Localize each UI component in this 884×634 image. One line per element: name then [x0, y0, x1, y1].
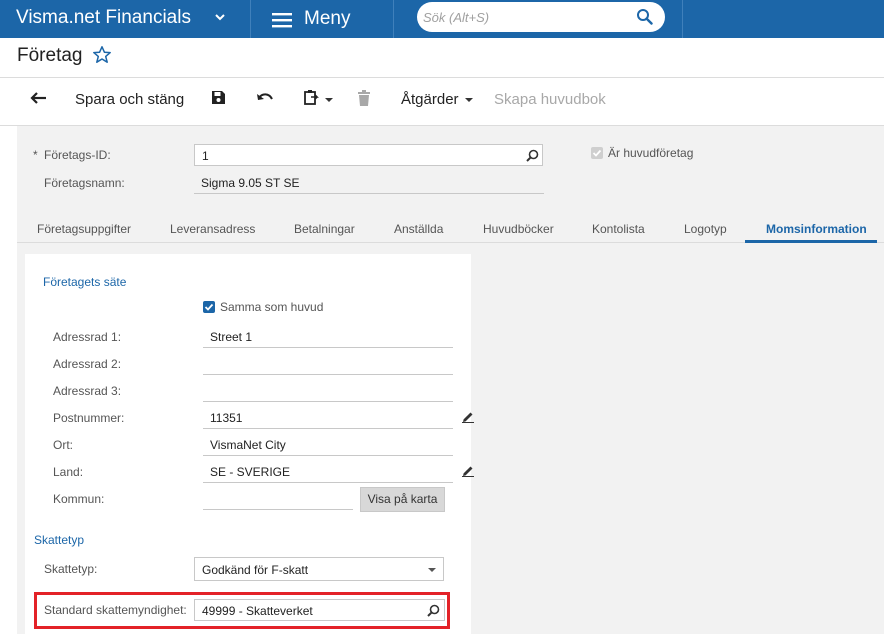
tax-type-select[interactable]: Godkänd för F-skatt	[194, 557, 444, 581]
address2-label: Adressrad 2:	[53, 357, 122, 371]
active-tab-indicator	[745, 240, 877, 243]
address3-field[interactable]	[203, 380, 453, 402]
country-value: SE - SVERIGE	[210, 465, 291, 479]
tax-authority-label: Standard skattemyndighet:	[44, 603, 187, 617]
search-input[interactable]	[423, 6, 623, 28]
tab-anstallda[interactable]: Anställda	[394, 222, 443, 236]
actions-label: Åtgärder	[401, 90, 459, 108]
company-id-label: Företags-ID:	[44, 148, 111, 162]
favorite-star-icon[interactable]	[92, 45, 112, 68]
undo-icon	[256, 91, 274, 108]
undo-button[interactable]	[256, 88, 274, 110]
city-field[interactable]: VismaNet City	[203, 434, 453, 456]
save-and-close-label: Spara och stäng	[75, 90, 185, 108]
save-icon	[211, 90, 226, 108]
divider	[393, 0, 394, 38]
create-ledger-button[interactable]: Skapa huvudbok	[494, 88, 606, 110]
postcode-value: 11351	[210, 411, 243, 425]
company-name-field[interactable]: Sigma 9.05 ST SE	[194, 172, 544, 194]
divider	[250, 0, 251, 38]
tax-authority-field[interactable]: 49999 - Skatteverket	[194, 599, 445, 621]
trash-icon	[357, 89, 371, 109]
address1-label: Adressrad 1:	[53, 330, 122, 344]
company-id-value: 1	[202, 149, 209, 163]
tab-momsinformation[interactable]: Momsinformation	[766, 222, 867, 236]
divider	[0, 77, 884, 78]
pencil-icon[interactable]	[462, 411, 474, 426]
caret-down-icon	[325, 92, 333, 106]
address2-field[interactable]	[203, 353, 453, 375]
hamburger-menu-icon[interactable]	[272, 12, 292, 31]
arrow-left-icon	[30, 91, 48, 108]
save-button[interactable]	[211, 88, 226, 110]
caret-down-icon	[428, 568, 436, 572]
municipality-label: Kommun:	[53, 492, 105, 506]
company-id-field[interactable]: 1	[194, 144, 543, 166]
caret-down-icon	[464, 92, 473, 106]
tab-logotyp[interactable]: Logotyp	[684, 222, 727, 236]
tab-huvudbocker[interactable]: Huvudböcker	[483, 222, 554, 236]
actions-menu-button[interactable]: Åtgärder	[401, 88, 473, 110]
same-as-main-checkbox[interactable]	[203, 301, 215, 313]
create-ledger-label: Skapa huvudbok	[494, 90, 606, 108]
back-button[interactable]	[30, 88, 48, 110]
company-name-value: Sigma 9.05 ST SE	[201, 176, 300, 190]
delete-button[interactable]	[357, 88, 371, 110]
menu-button[interactable]: Meny	[304, 8, 350, 30]
tab-leveransadress[interactable]: Leveransadress	[170, 222, 255, 236]
tax-type-value: Godkänd för F-skatt	[202, 563, 309, 577]
magnifier-icon[interactable]	[427, 604, 440, 620]
same-as-main-label: Samma som huvud	[220, 300, 324, 314]
clipboard-button[interactable]	[303, 88, 333, 110]
tab-betalningar[interactable]: Betalningar	[294, 222, 355, 236]
municipality-field[interactable]	[203, 488, 353, 510]
address1-field[interactable]: Street 1	[203, 326, 453, 348]
tab-kontolista[interactable]: Kontolista	[592, 222, 645, 236]
show-on-map-button[interactable]: Visa på karta	[360, 487, 445, 512]
form-panel: * Företags-ID: 1 Är huvudföretag Företag…	[17, 126, 884, 634]
magnifier-icon[interactable]	[526, 149, 539, 165]
clipboard-icon	[303, 89, 319, 109]
section-title-tax: Skattetyp	[34, 533, 85, 547]
company-name-label: Företagsnamn:	[44, 176, 125, 190]
city-label: Ort:	[53, 438, 73, 452]
divider	[682, 0, 683, 38]
postcode-field[interactable]: 11351	[203, 407, 453, 429]
postcode-label: Postnummer:	[53, 411, 125, 425]
country-field[interactable]: SE - SVERIGE	[203, 461, 453, 483]
address3-label: Adressrad 3:	[53, 384, 122, 398]
save-and-close-button[interactable]: Spara och stäng	[75, 88, 184, 110]
is-main-company-label: Är huvudföretag	[608, 146, 694, 160]
chevron-down-icon[interactable]	[214, 11, 226, 26]
address1-value: Street 1	[210, 330, 253, 344]
search-icon[interactable]	[636, 8, 653, 28]
required-marker: *	[33, 148, 38, 162]
search-box[interactable]	[417, 2, 665, 32]
pencil-icon[interactable]	[462, 465, 474, 480]
tab-bar: Företagsuppgifter Leveransadress Betalni…	[17, 218, 884, 244]
page-title: Företag	[17, 45, 83, 66]
top-navigation-bar: Visma.net Financials Meny	[0, 0, 884, 38]
tab-foretagsuppgifter[interactable]: Företagsuppgifter	[37, 222, 131, 236]
app-title[interactable]: Visma.net Financials	[16, 7, 191, 29]
is-main-company-checkbox[interactable]	[591, 147, 603, 159]
country-label: Land:	[53, 465, 84, 479]
section-title-seat: Företagets säte	[43, 275, 127, 289]
tax-type-label: Skattetyp:	[44, 562, 98, 576]
city-value: VismaNet City	[210, 438, 286, 452]
tax-authority-value: 49999 - Skatteverket	[202, 604, 313, 618]
